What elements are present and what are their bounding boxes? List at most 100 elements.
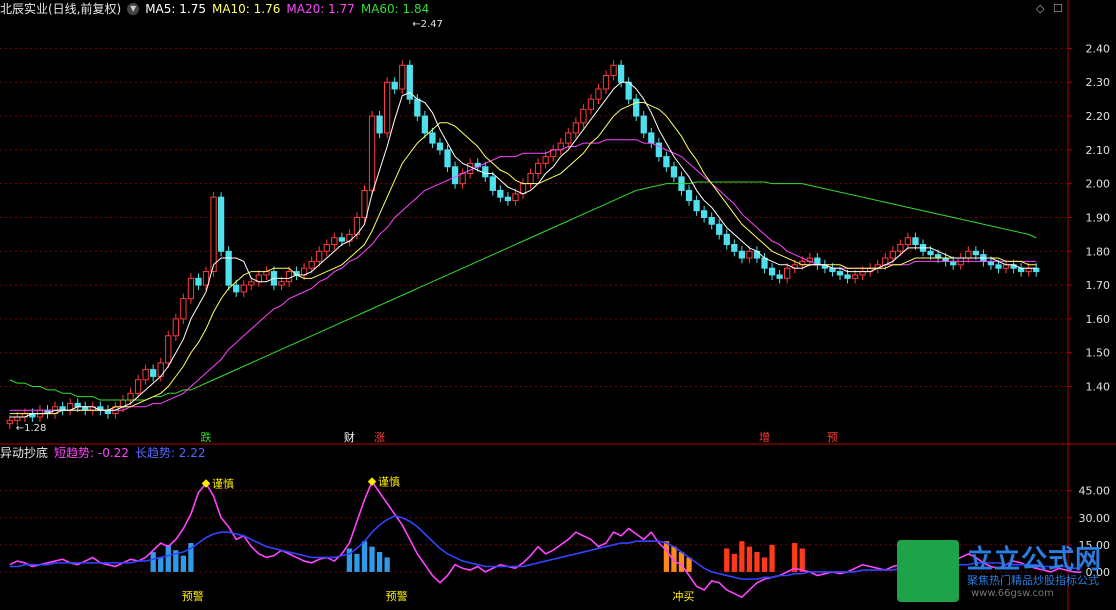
candle-down — [716, 223, 723, 235]
candle-up — [368, 115, 376, 191]
price-tick-label: 2.10 — [1086, 144, 1111, 157]
signal-bar — [663, 541, 670, 572]
long-trend-value: 长趋势: 2.22 — [134, 446, 206, 460]
candle-up — [519, 183, 527, 195]
candle-up — [285, 271, 293, 283]
candle-down — [700, 210, 708, 218]
price-tick-label: 1.40 — [1086, 381, 1111, 394]
candle-up — [610, 64, 617, 76]
watermark-title: 立立公式网 — [967, 545, 1103, 575]
candle-down — [482, 166, 489, 178]
stock-title: 北辰实业(日线,前复权) — [0, 2, 122, 16]
indicator-menu-icon[interactable]: ▼ — [127, 3, 140, 15]
signal-bar — [799, 548, 805, 572]
signal-marker: 增 — [759, 430, 770, 444]
candle-down — [489, 176, 496, 191]
candle-up — [202, 271, 210, 286]
candle-up — [278, 281, 285, 286]
candle-down — [217, 196, 225, 252]
candle-up — [542, 156, 549, 164]
candle-down — [82, 406, 89, 411]
short-trend-value: 短趋势: -0.22 — [54, 446, 129, 460]
signal-bar — [165, 544, 171, 572]
price-tick-label: 1.80 — [1086, 245, 1111, 258]
candle-up — [323, 244, 330, 252]
candle-down — [663, 156, 670, 168]
watermark-logo: 立立公式网 聚焦热门精品炒股指标公式 www.66gsw.com — [897, 537, 1116, 610]
candle-up — [527, 173, 534, 185]
candle-down — [225, 250, 232, 286]
ma60-value: MA60: 1.84 — [360, 2, 430, 16]
candle-down — [617, 64, 625, 83]
candle-up — [1002, 264, 1010, 269]
indicator-label: 谨慎 — [212, 476, 234, 490]
signal-bar — [754, 552, 760, 572]
signal-marker: 财 — [344, 430, 355, 444]
window-restore-icon[interactable]: ◇ — [1036, 2, 1044, 15]
signal-marker: 涨 — [374, 431, 385, 444]
low-price-label: ←1.28 — [16, 423, 47, 434]
indicator-label: 冲买 — [672, 589, 694, 603]
candle-down — [444, 149, 451, 168]
candle-up — [127, 392, 134, 401]
candle-down — [436, 142, 444, 151]
candle-down — [685, 189, 693, 202]
candle-up — [331, 237, 338, 246]
sub-chart-header: 异动抄底 短趋势: -0.22 长趋势: 2.22 — [0, 445, 206, 461]
watermark-subtitle: 聚焦热门精品炒股指标公式 — [967, 574, 1099, 587]
stock-chart-canvas[interactable]: 2.40 2.30 2.20 2.10 2.00 1.90 1.80 1.70 1.60 1.50… — [0, 0, 1116, 610]
indicator-tick-label: 30.00 — [1079, 512, 1111, 525]
candle-down — [761, 257, 768, 269]
candle-up — [384, 81, 391, 134]
candle-down — [731, 244, 738, 252]
candle-down — [987, 260, 995, 266]
candle-up — [14, 416, 21, 421]
candle-up — [1025, 267, 1032, 273]
candle-up — [851, 274, 859, 279]
ma20-value: MA20: 1.77 — [286, 2, 355, 16]
candle-down — [648, 132, 655, 144]
candle-up — [142, 369, 149, 381]
candle-down — [950, 260, 957, 266]
signal-bar — [746, 546, 753, 572]
indicator-label: 谨慎 — [378, 475, 400, 489]
candle-down — [927, 250, 934, 256]
indicator-tick-label: 45.00 — [1079, 485, 1111, 498]
signal-bar — [180, 555, 187, 572]
candle-down — [995, 264, 1002, 269]
candle-down — [1017, 267, 1025, 273]
candle-up — [248, 281, 255, 286]
candle-down — [421, 115, 429, 134]
candle-up — [534, 162, 542, 175]
signal-bar — [354, 553, 360, 572]
signal-bar — [158, 557, 164, 572]
candle-down — [708, 216, 715, 225]
candle-down — [233, 284, 240, 293]
candle-up — [595, 88, 602, 100]
candle-up — [308, 260, 315, 269]
price-tick-label: 1.90 — [1086, 211, 1111, 224]
signal-bar — [384, 557, 390, 572]
candle-down — [776, 274, 783, 279]
signal-bar — [150, 552, 156, 572]
candle-down — [693, 200, 700, 212]
window-close-icon[interactable]: ☐ — [1053, 2, 1063, 15]
candle-down — [942, 257, 949, 262]
price-tick-label: 1.60 — [1086, 313, 1111, 326]
candle-down — [972, 250, 979, 256]
candle-down — [844, 274, 851, 279]
signal-bar — [361, 541, 368, 572]
candle-up — [572, 122, 579, 134]
candle-up — [565, 132, 572, 144]
candle-down — [195, 277, 202, 286]
candle-up — [587, 98, 595, 110]
candle-down — [912, 237, 919, 246]
candle-up — [316, 250, 323, 262]
logo-icon — [897, 540, 959, 602]
candle-down — [59, 406, 66, 411]
candle-down — [74, 402, 81, 408]
candle-down — [104, 409, 112, 415]
indicator-title: 异动抄底 — [0, 446, 49, 460]
price-tick-label: 2.20 — [1086, 110, 1111, 123]
price-tick-label: 2.30 — [1086, 76, 1111, 89]
